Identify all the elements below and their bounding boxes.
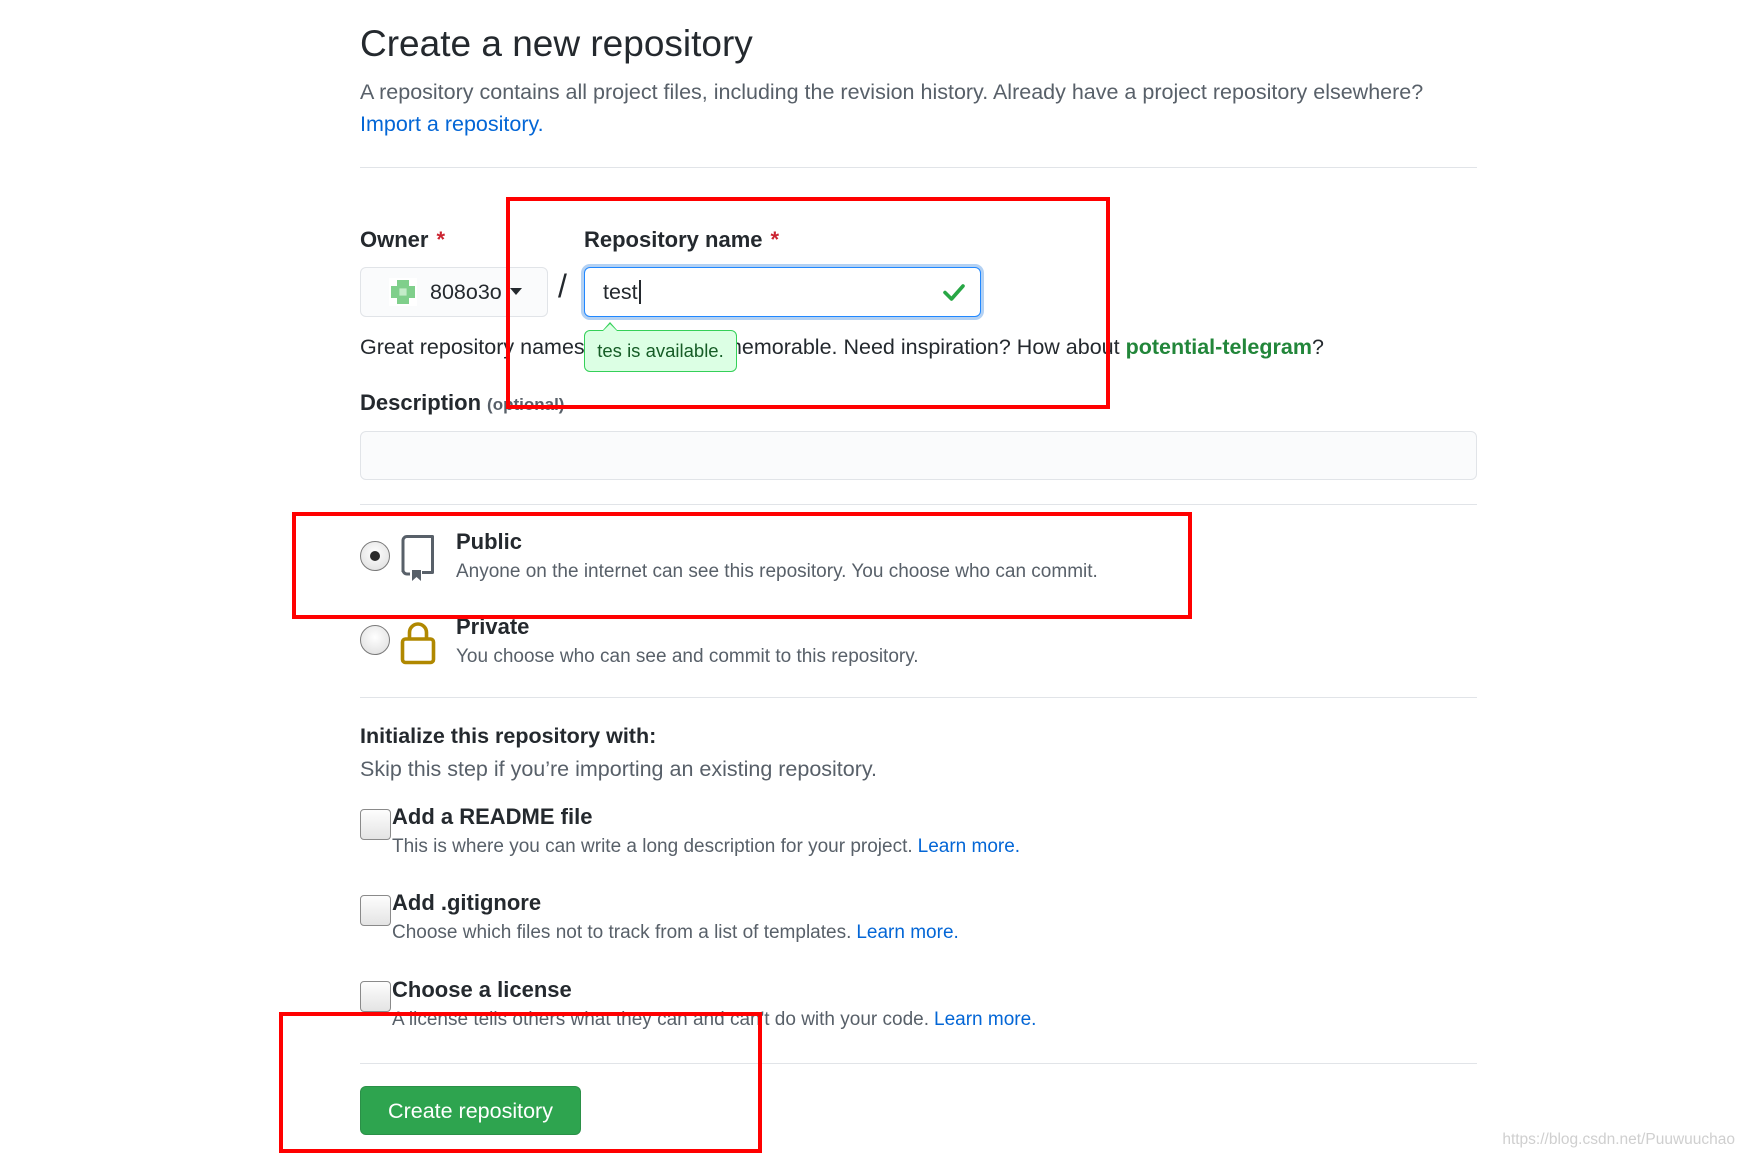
- private-radio[interactable]: [360, 625, 390, 655]
- private-description: You choose who can see and commit to thi…: [456, 646, 919, 667]
- name-hint-start: Great repository names: [360, 335, 585, 359]
- repository-name-label: Repository name *: [584, 226, 779, 254]
- readme-learn-more-link[interactable]: Learn more.: [918, 836, 1020, 857]
- gitignore-label: Add .gitignore: [392, 890, 542, 915]
- watermark: https://blog.csdn.net/Puuwuuchao: [1502, 1131, 1735, 1148]
- check-icon: [943, 284, 965, 301]
- gitignore-checkbox[interactable]: [360, 895, 391, 926]
- availability-tooltip: tes is available.: [584, 322, 737, 372]
- public-radio[interactable]: [360, 541, 390, 571]
- gitignore-description-text: Choose which files not to track from a l…: [392, 922, 852, 943]
- create-repository-page: Create a new repository A repository con…: [0, 0, 1738, 1166]
- repository-name-label-text: Repository name: [584, 227, 763, 252]
- license-description: A license tells others what they can and…: [392, 1008, 1036, 1032]
- readme-checkbox[interactable]: [360, 809, 391, 840]
- divider: [360, 1063, 1477, 1064]
- initialize-heading: Initialize this repository with:: [360, 724, 657, 748]
- license-learn-more-link[interactable]: Learn more.: [934, 1009, 1036, 1030]
- name-suggestion-link[interactable]: potential-telegram: [1126, 335, 1312, 359]
- required-mark: *: [436, 227, 446, 252]
- import-repository-link[interactable]: Import a repository.: [360, 110, 544, 138]
- radio-selected-dot: [369, 550, 380, 561]
- path-separator: /: [558, 268, 567, 304]
- private-label: Private: [456, 614, 530, 639]
- license-checkbox[interactable]: [360, 981, 391, 1012]
- repository-name-value: test: [603, 278, 641, 306]
- gitignore-learn-more-link[interactable]: Learn more.: [856, 922, 958, 943]
- owner-label-text: Owner: [360, 227, 429, 252]
- optional-note: (optional): [487, 395, 565, 414]
- identicon-avatar-icon: [389, 278, 417, 306]
- name-hint-end: ?: [1311, 335, 1324, 359]
- gitignore-description: Choose which files not to track from a l…: [392, 921, 959, 945]
- readme-description: This is where you can write a long descr…: [392, 835, 1020, 859]
- lock-icon: [400, 622, 436, 665]
- public-label: Public: [456, 529, 523, 554]
- owner-value: 808o3o: [430, 280, 502, 304]
- divider: [360, 697, 1477, 698]
- readme-label: Add a README file: [392, 804, 593, 829]
- name-hint-rest: memorable. Need inspiration? How about po…: [724, 333, 1324, 361]
- required-mark: *: [770, 227, 780, 252]
- name-hint-text: memorable. Need inspiration? How about: [724, 335, 1120, 359]
- public-description: Anyone on the internet can see this repo…: [456, 561, 1098, 582]
- repo-icon: [401, 535, 434, 581]
- description-input[interactable]: [360, 431, 1477, 480]
- caret-down-icon: [510, 288, 522, 295]
- license-label: Choose a license: [392, 977, 572, 1002]
- owner-select[interactable]: 808o3o: [360, 267, 548, 317]
- page-title: Create a new repository: [360, 23, 753, 64]
- repository-name-text: test: [603, 280, 638, 304]
- owner-label: Owner *: [360, 226, 445, 254]
- description-label-text: Description: [360, 390, 482, 415]
- divider: [360, 504, 1477, 505]
- page-subtitle: A repository contains all project files,…: [360, 80, 1424, 104]
- create-repository-button[interactable]: Create repository: [360, 1086, 581, 1135]
- repository-name-input[interactable]: test: [584, 267, 981, 317]
- readme-description-text: This is where you can write a long descr…: [392, 836, 913, 857]
- description-label: Description (optional): [360, 389, 564, 419]
- text-cursor: [638, 280, 641, 304]
- divider: [360, 167, 1477, 168]
- license-description-text: A license tells others what they can and…: [392, 1009, 929, 1030]
- initialize-subtext: Skip this step if you’re importing an ex…: [360, 757, 878, 781]
